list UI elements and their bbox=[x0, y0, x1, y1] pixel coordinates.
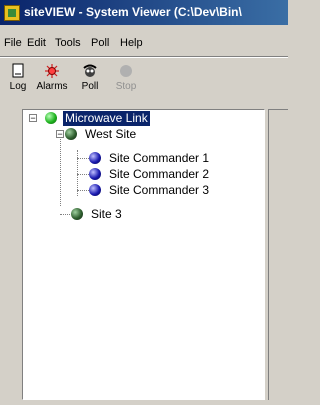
menu-help[interactable]: Help bbox=[120, 37, 143, 49]
tree-connector bbox=[60, 134, 62, 206]
detail-pane[interactable] bbox=[268, 109, 288, 400]
tree-node-label: Site Commander 3 bbox=[109, 183, 210, 197]
status-dark-green-icon bbox=[71, 208, 83, 220]
menu-tools[interactable]: Tools bbox=[55, 37, 81, 49]
status-blue-icon bbox=[89, 168, 101, 180]
tree-connector bbox=[77, 174, 89, 176]
toolbar: Log Alarms Poll Stop bbox=[0, 61, 288, 101]
poll-button-label: Poll bbox=[81, 81, 99, 92]
tree-node-label: Site Commander 2 bbox=[109, 167, 210, 181]
menu-file[interactable]: File bbox=[4, 37, 22, 49]
log-icon bbox=[10, 63, 26, 79]
window-title: siteVIEW - System Viewer (C:\Dev\Bin\ bbox=[24, 5, 242, 19]
app-icon bbox=[4, 5, 20, 21]
poll-button[interactable]: Poll bbox=[74, 61, 106, 99]
status-blue-icon bbox=[89, 184, 101, 196]
tree-node-label: Site 3 bbox=[91, 207, 122, 221]
status-blue-icon bbox=[89, 152, 101, 164]
stop-button[interactable]: Stop bbox=[110, 61, 142, 99]
stop-icon bbox=[118, 63, 134, 79]
log-button[interactable]: Log bbox=[2, 61, 34, 99]
alarm-bell-icon bbox=[44, 63, 60, 79]
menu-poll[interactable]: Poll bbox=[91, 37, 109, 49]
tree-connector bbox=[77, 190, 89, 192]
collapse-west-site-toggle[interactable]: − bbox=[56, 130, 64, 139]
tree-connector bbox=[77, 158, 89, 160]
tree-node-label: West Site bbox=[85, 127, 137, 141]
poll-icon bbox=[82, 63, 98, 79]
menu-bar: File Edit Tools Poll Help bbox=[0, 37, 288, 55]
title-bar: siteVIEW - System Viewer (C:\Dev\Bin\ bbox=[0, 0, 288, 25]
toolbar-separator-highlight bbox=[0, 57, 288, 58]
tree-node-label: Site Commander 1 bbox=[109, 151, 210, 165]
tree-node-label: Microwave Link bbox=[63, 111, 150, 126]
menu-edit[interactable]: Edit bbox=[27, 37, 46, 49]
tree-view[interactable]: − Microwave Link − West Site Site Comman… bbox=[22, 109, 265, 400]
status-green-icon bbox=[45, 112, 57, 124]
log-button-label: Log bbox=[9, 81, 27, 92]
alarms-button[interactable]: Alarms bbox=[36, 61, 68, 99]
stop-button-label: Stop bbox=[115, 81, 137, 92]
alarms-button-label: Alarms bbox=[36, 81, 68, 92]
status-dark-green-icon bbox=[65, 128, 77, 140]
tree-connector bbox=[60, 214, 70, 216]
collapse-root-toggle[interactable]: − bbox=[29, 114, 37, 123]
